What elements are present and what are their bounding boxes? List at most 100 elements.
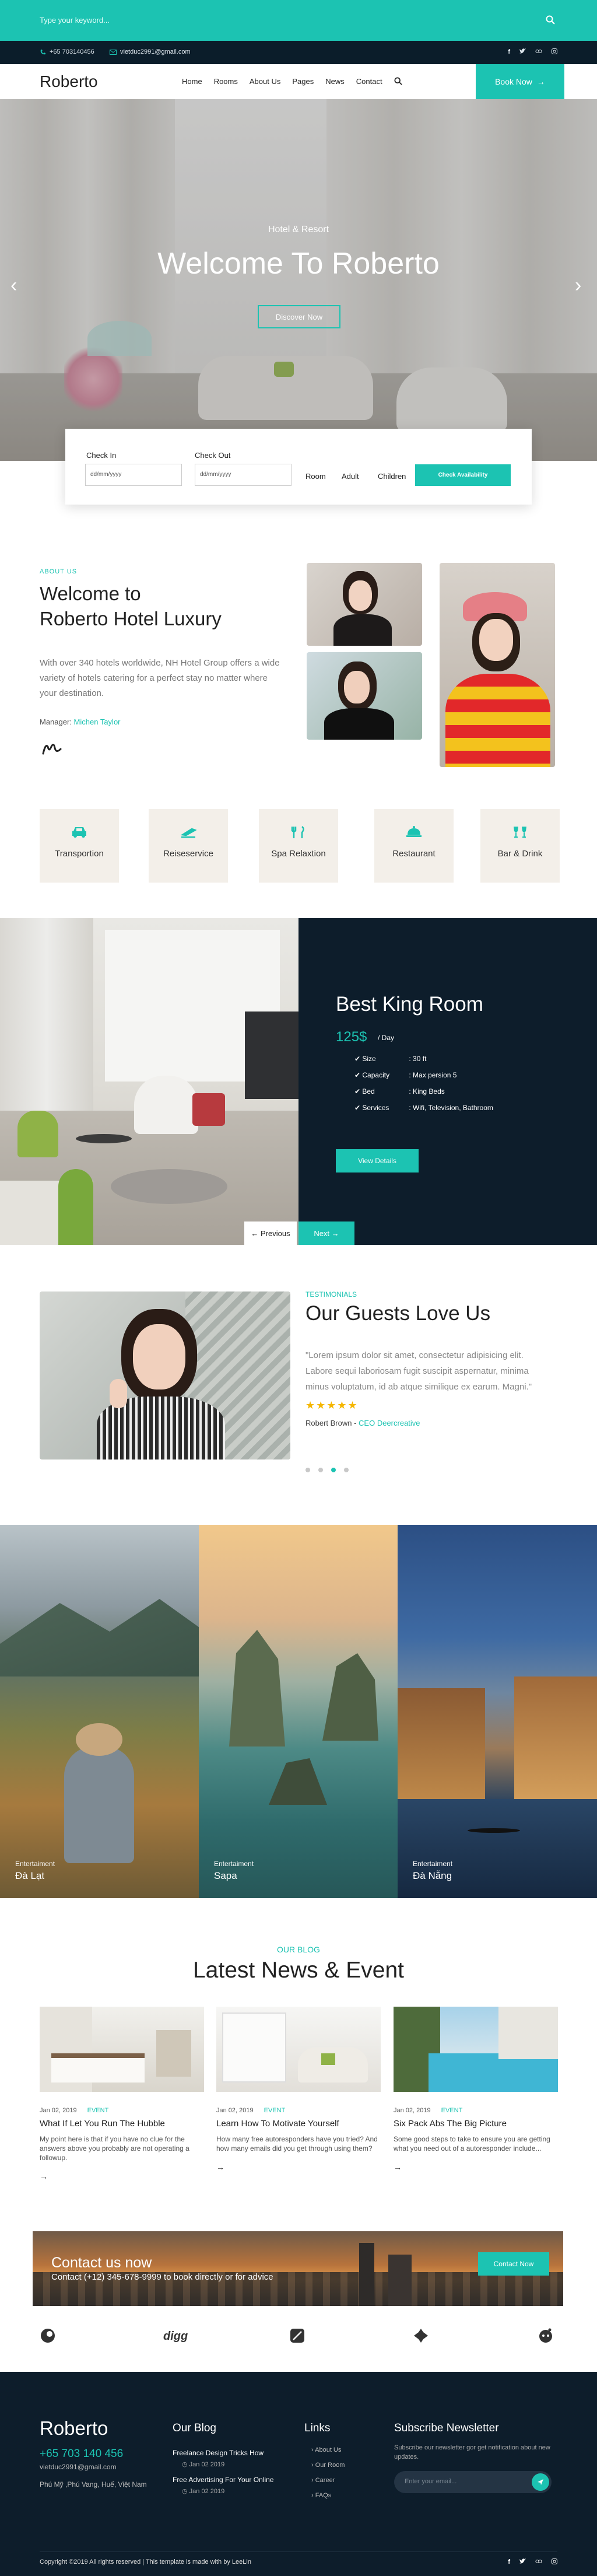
service-spa[interactable]: Spa Relaxtion: [259, 809, 338, 883]
service-bar[interactable]: Bar & Drink: [480, 809, 560, 883]
discover-now-button[interactable]: Discover Now: [258, 305, 340, 328]
facebook-icon[interactable]: f: [508, 48, 510, 55]
partner-3-icon[interactable]: [289, 2328, 305, 2344]
read-more-arrow-icon[interactable]: →: [394, 2162, 558, 2172]
nav-item-news[interactable]: News: [325, 77, 345, 86]
footer-link-about[interactable]: › About Us: [311, 2446, 341, 2454]
read-more-arrow-icon[interactable]: →: [216, 2162, 381, 2172]
destination-caption: Entertaiment Sapa: [214, 1860, 254, 1882]
destination-category: Entertaiment: [413, 1860, 453, 1868]
view-details-button[interactable]: View Details: [336, 1149, 419, 1172]
partner-4-icon[interactable]: [413, 2328, 429, 2344]
contact-now-button[interactable]: Contact Now: [478, 2252, 549, 2276]
service-restaurant[interactable]: Restaurant: [374, 809, 454, 883]
tripadvisor-icon[interactable]: [535, 2558, 542, 2566]
digg-logo[interactable]: digg: [163, 2330, 188, 2343]
footer-link-faqs[interactable]: › FAQs: [311, 2492, 331, 2499]
footer-link-room[interactable]: › Our Room: [311, 2462, 345, 2469]
book-now-label: Book Now: [495, 77, 532, 86]
blog-post-3[interactable]: Jan 02, 2019 EVENT Six Pack Abs The Big P…: [394, 2007, 558, 2172]
post-date: Jan 02, 2019: [40, 2107, 77, 2114]
blog-post-image: [40, 2007, 204, 2092]
blog-post-1[interactable]: Jan 02, 2019 EVENT What If Let You Run Th…: [40, 2007, 204, 2181]
post-title[interactable]: Learn How To Motivate Yourself: [216, 2119, 381, 2129]
footer-email[interactable]: vietduc2991@gmail.com: [40, 2463, 117, 2471]
service-transport[interactable]: Transportion: [40, 809, 119, 883]
about-paragraph: With over 340 hotels worldwide, NH Hotel…: [40, 658, 280, 698]
checkout-date-input[interactable]: dd/mm/yyyy: [195, 464, 292, 486]
blog-post-2[interactable]: Jan 02, 2019 EVENT Learn How To Motivate …: [216, 2007, 381, 2172]
hero-next-arrow-icon[interactable]: ›: [575, 274, 581, 297]
footer-phone[interactable]: +65 703 140 456: [40, 2448, 123, 2460]
clock-icon: ◷: [182, 2461, 189, 2468]
destination-card-dalat[interactable]: Entertaiment Đà Lạt: [0, 1525, 199, 1898]
facebook-icon[interactable]: f: [508, 2558, 510, 2566]
search-input[interactable]: Type your keyword...: [40, 16, 110, 24]
room-prev-button[interactable]: ← Previous: [244, 1222, 297, 1245]
hero-prev-arrow-icon[interactable]: ‹: [10, 274, 17, 297]
twitter-icon[interactable]: [519, 2558, 526, 2566]
room-spec-bed: ✔ Bed: King Beds: [354, 1087, 445, 1096]
blog-post-image: [394, 2007, 558, 2092]
spec-value: : Wifi, Television, Bathroom: [409, 1104, 493, 1112]
footer-link-career[interactable]: › Career: [311, 2477, 335, 2484]
top-search-bar: Type your keyword...: [0, 0, 597, 41]
twitter-icon[interactable]: [519, 48, 526, 55]
footer-blog-post-title[interactable]: Freelance Design Tricks How: [173, 2449, 264, 2457]
newsletter-email-field[interactable]: Enter your email...: [394, 2471, 552, 2493]
post-category[interactable]: EVENT: [264, 2107, 286, 2114]
slider-dot[interactable]: [318, 1468, 323, 1472]
about-eyebrow: ABOUT US: [40, 568, 78, 575]
destination-card-danang[interactable]: Entertaiment Đà Nẵng: [398, 1525, 597, 1898]
tripadvisor-icon[interactable]: [535, 48, 542, 55]
blog-post-meta: Jan 02, 2019 EVENT: [40, 2107, 204, 2114]
email-item[interactable]: vietduc2991@gmail.com: [110, 48, 191, 55]
check-availability-button[interactable]: Check Availability: [415, 464, 511, 486]
email-text: vietduc2991@gmail.com: [120, 48, 191, 55]
nav-item-contact[interactable]: Contact: [356, 77, 382, 86]
footer-address: Phú Mỹ ,Phú Vang, Huế, Việt Nam: [40, 2480, 147, 2488]
destination-name: Sapa: [214, 1870, 237, 1881]
partner-1-icon[interactable]: [40, 2328, 56, 2344]
glasses-icon: [512, 825, 528, 838]
about-heading-line2: Roberto Hotel Luxury: [40, 608, 222, 629]
destination-card-sapa[interactable]: Entertaiment Sapa: [199, 1525, 398, 1898]
contact-banner: Contact us now Contact (+12) 345-678-999…: [33, 2231, 563, 2306]
slider-dot[interactable]: [344, 1468, 349, 1472]
slider-dot-active[interactable]: [331, 1468, 336, 1472]
site-logo[interactable]: Roberto: [40, 72, 98, 91]
send-icon[interactable]: [532, 2473, 549, 2491]
adult-select[interactable]: Adult: [342, 472, 359, 481]
reddit-icon[interactable]: [538, 2328, 554, 2344]
instagram-icon[interactable]: [552, 48, 557, 55]
checkin-date-input[interactable]: dd/mm/yyyy: [85, 464, 182, 486]
room-select[interactable]: Room: [305, 472, 326, 481]
room-spec-services: ✔ Services: Wifi, Television, Bathroom: [354, 1104, 493, 1112]
room-next-label: Next: [314, 1228, 330, 1238]
car-icon: [71, 825, 87, 838]
spec-key: Capacity: [362, 1071, 390, 1079]
nav-item-pages[interactable]: Pages: [292, 77, 314, 86]
nav-item-rooms[interactable]: Rooms: [214, 77, 238, 86]
phone-item[interactable]: +65 703140456: [40, 48, 94, 55]
post-title[interactable]: What If Let You Run The Hubble: [40, 2119, 204, 2129]
read-more-arrow-icon[interactable]: →: [40, 2172, 204, 2181]
room-next-button[interactable]: Next →: [298, 1222, 354, 1245]
nav-item-home[interactable]: Home: [182, 77, 202, 86]
nav-search-icon[interactable]: [394, 77, 402, 86]
slider-dot[interactable]: [305, 1468, 310, 1472]
instagram-icon[interactable]: [552, 2558, 557, 2566]
clock-icon: ◷: [182, 2488, 189, 2495]
room-spec-capacity: ✔ Capacity: Max persion 5: [354, 1071, 456, 1079]
footer-social-links: f: [508, 2558, 557, 2566]
nav-item-about[interactable]: About Us: [250, 77, 280, 86]
footer-logo[interactable]: Roberto: [40, 2417, 108, 2440]
post-title[interactable]: Six Pack Abs The Big Picture: [394, 2119, 558, 2129]
book-now-button[interactable]: Book Now →: [476, 64, 564, 99]
footer-blog-post-title[interactable]: Free Advertising For Your Online: [173, 2476, 273, 2484]
post-category[interactable]: EVENT: [87, 2107, 109, 2114]
search-icon[interactable]: [546, 15, 555, 24]
post-category[interactable]: EVENT: [441, 2107, 463, 2114]
service-reiseservice[interactable]: Reiseservice: [149, 809, 228, 883]
children-select[interactable]: Children: [378, 472, 406, 481]
